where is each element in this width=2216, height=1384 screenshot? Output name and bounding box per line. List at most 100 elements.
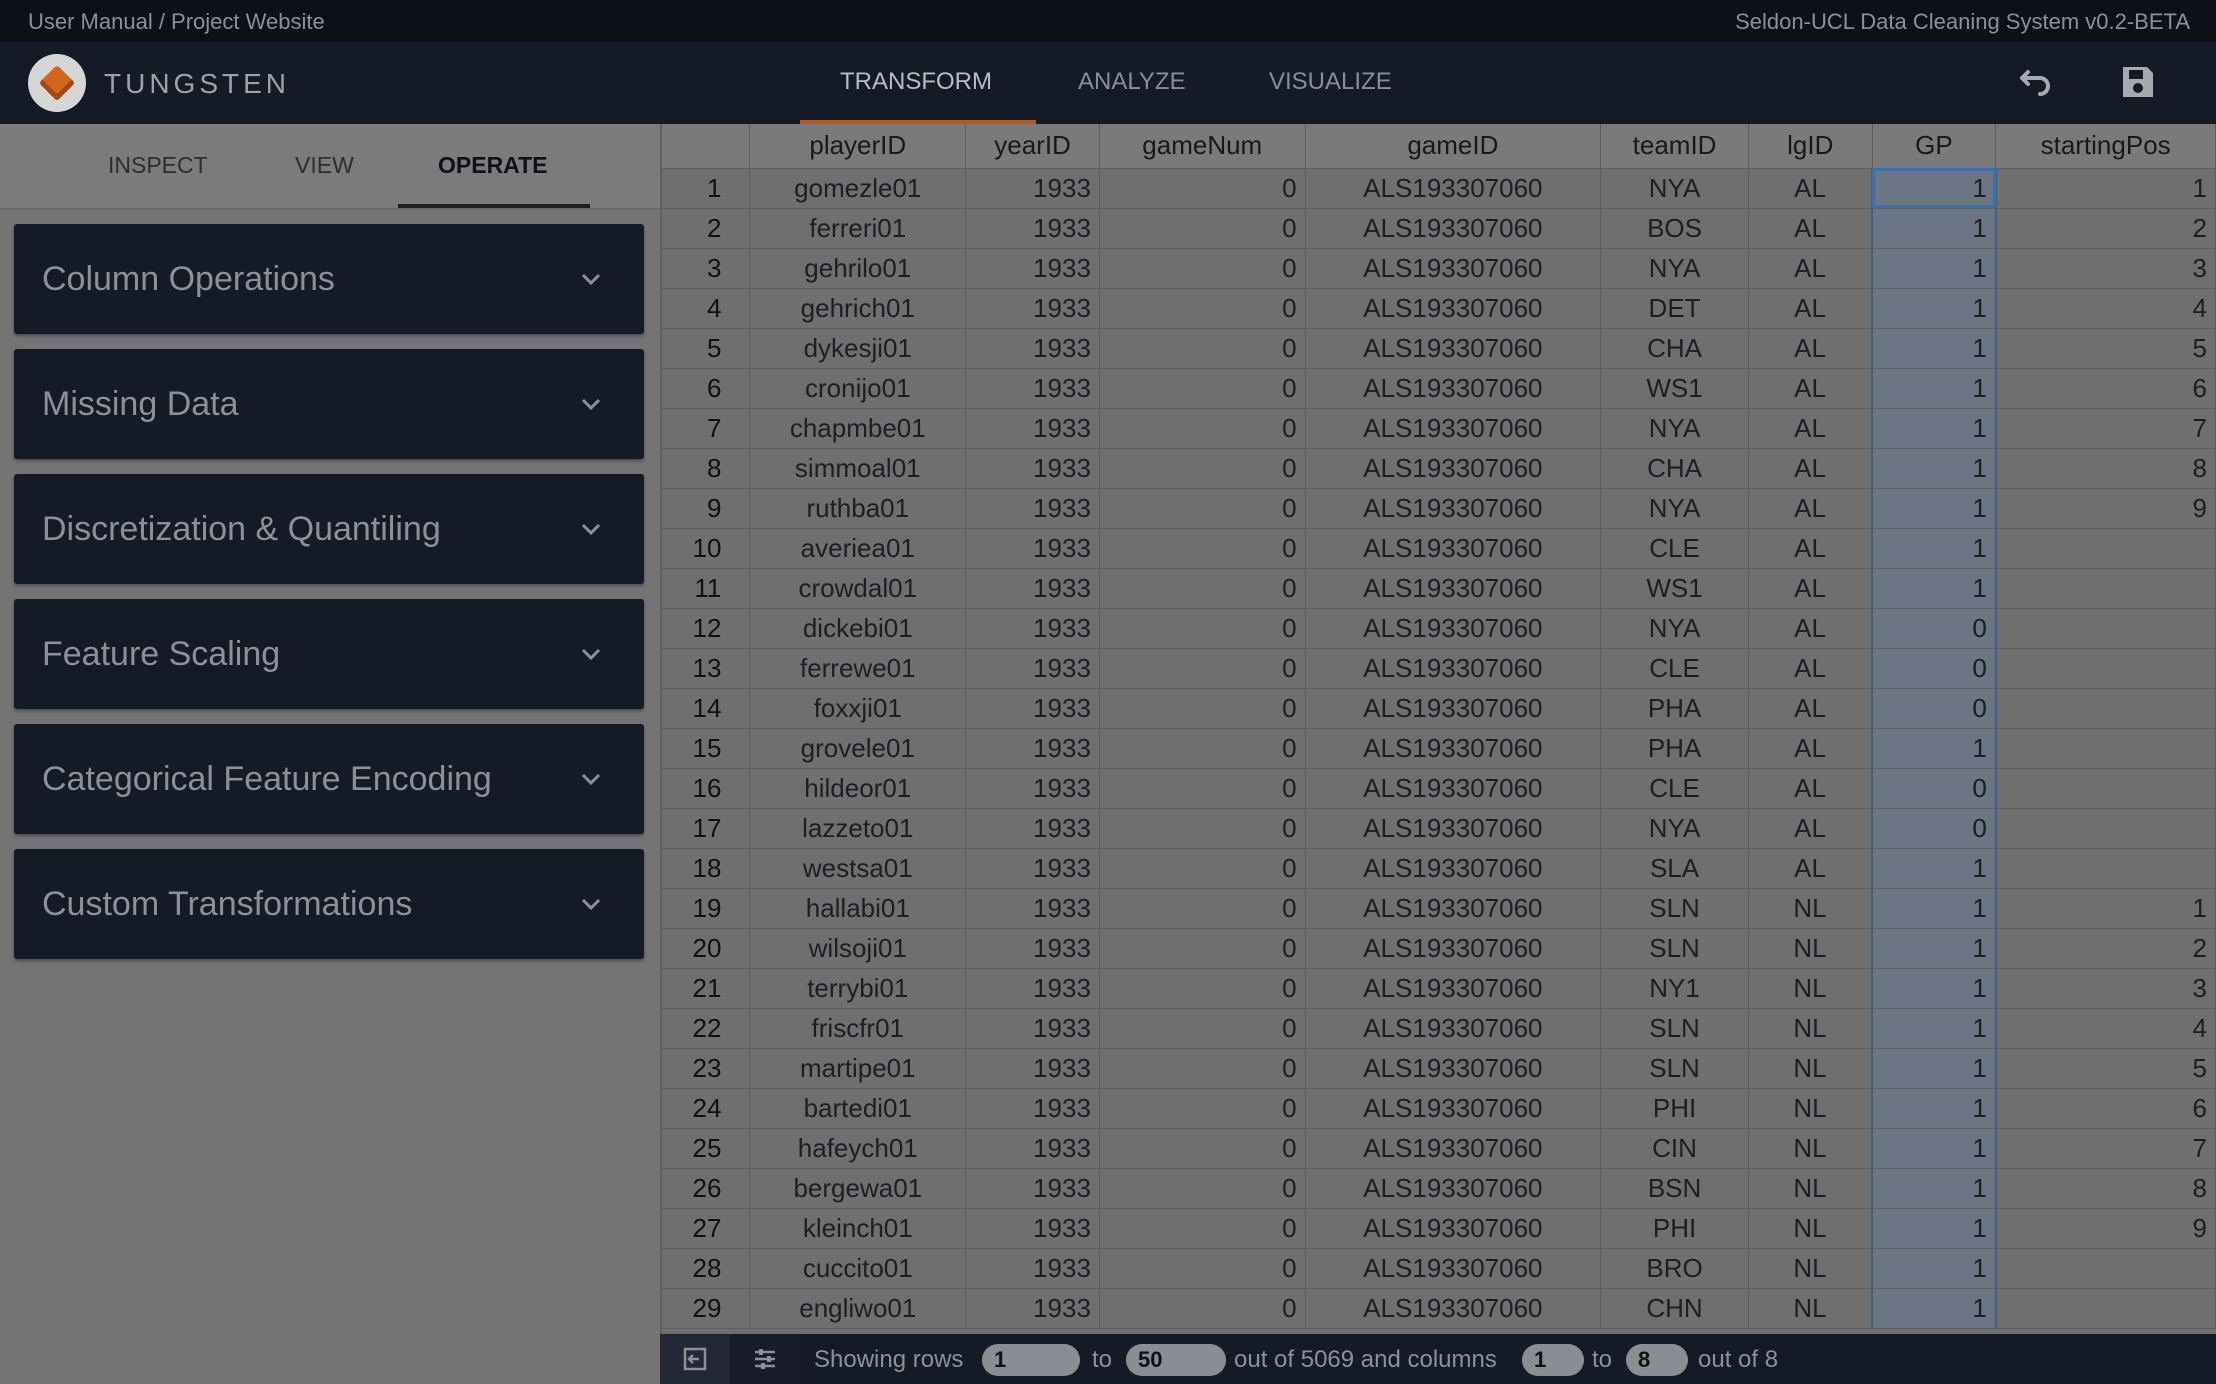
table-cell[interactable]: 1 xyxy=(1871,1128,1997,1169)
table-cell[interactable]: 1933 xyxy=(965,528,1100,569)
table-cell[interactable]: ALS193307060 xyxy=(1305,1248,1602,1289)
table-cell[interactable]: 0 xyxy=(1099,688,1306,729)
table-cell[interactable]: 0 xyxy=(1871,768,1997,809)
table-cell[interactable]: 1933 xyxy=(965,968,1100,1009)
tab-view[interactable]: VIEW xyxy=(295,152,354,179)
table-cell[interactable]: 1933 xyxy=(965,1048,1100,1089)
table-cell[interactable]: 1 xyxy=(1871,1208,1997,1249)
table-cell[interactable]: ALS193307060 xyxy=(1305,208,1602,249)
table-cell[interactable]: gehrilo01 xyxy=(749,248,967,289)
table-cell[interactable]: 1933 xyxy=(965,888,1100,929)
table-cell[interactable]: AL xyxy=(1748,208,1873,249)
table-cell[interactable]: 7 xyxy=(1995,1128,2216,1169)
table-cell[interactable]: NL xyxy=(1748,1208,1873,1249)
table-cell[interactable]: 0 xyxy=(1099,368,1306,409)
table-cell[interactable]: grovele01 xyxy=(749,728,967,769)
table-cell[interactable]: NL xyxy=(1748,1128,1873,1169)
table-cell[interactable]: AL xyxy=(1748,848,1873,889)
settings-button[interactable] xyxy=(730,1334,800,1384)
table-cell[interactable]: 0 xyxy=(1099,1048,1306,1089)
column-header[interactable]: yearID xyxy=(965,124,1100,169)
table-cell[interactable]: AL xyxy=(1748,368,1873,409)
table-cell[interactable]: ruthba01 xyxy=(749,488,967,529)
cols-from-input[interactable]: 1 xyxy=(1522,1344,1584,1376)
table-cell[interactable]: 0 xyxy=(1871,688,1997,729)
table-cell[interactable]: 3 xyxy=(1995,968,2216,1009)
table-cell[interactable]: 1 xyxy=(1871,1088,1997,1129)
table-cell[interactable]: ALS193307060 xyxy=(1305,808,1602,849)
table-cell[interactable]: SLN xyxy=(1600,888,1749,929)
table-cell[interactable]: AL xyxy=(1748,328,1873,369)
table-cell[interactable]: lazzeto01 xyxy=(749,808,967,849)
table-cell[interactable] xyxy=(1995,1248,2216,1289)
table-cell[interactable]: PHA xyxy=(1600,688,1749,729)
table-cell[interactable]: AL xyxy=(1748,768,1873,809)
table-cell[interactable]: CLE xyxy=(1600,768,1749,809)
save-icon[interactable] xyxy=(2118,62,2158,102)
table-cell[interactable]: ALS193307060 xyxy=(1305,288,1602,329)
table-cell[interactable]: NL xyxy=(1748,1168,1873,1209)
table-cell[interactable]: AL xyxy=(1748,728,1873,769)
tab-visualize[interactable]: VISUALIZE xyxy=(1269,68,1392,96)
accordion-discretization[interactable]: Discretization & Quantiling xyxy=(14,474,644,584)
table-cell[interactable]: AL xyxy=(1748,288,1873,329)
table-cell[interactable]: AL xyxy=(1748,688,1873,729)
table-cell[interactable]: ALS193307060 xyxy=(1305,168,1602,209)
column-header[interactable]: gameID xyxy=(1305,124,1602,169)
accordion-column-operations[interactable]: Column Operations xyxy=(14,224,644,334)
table-cell[interactable]: ALS193307060 xyxy=(1305,848,1602,889)
table-cell[interactable]: terrybi01 xyxy=(749,968,967,1009)
table-cell[interactable]: ALS193307060 xyxy=(1305,968,1602,1009)
table-cell[interactable]: SLA xyxy=(1600,848,1749,889)
table-cell[interactable] xyxy=(1995,768,2216,809)
table-cell[interactable]: AL xyxy=(1748,168,1873,209)
table-cell[interactable]: CHA xyxy=(1600,448,1749,489)
table-cell[interactable]: WS1 xyxy=(1600,368,1749,409)
table-cell[interactable]: ALS193307060 xyxy=(1305,1008,1602,1049)
table-cell[interactable]: AL xyxy=(1748,248,1873,289)
table-cell[interactable]: AL xyxy=(1748,528,1873,569)
accordion-feature-scaling[interactable]: Feature Scaling xyxy=(14,599,644,709)
table-cell[interactable]: 1933 xyxy=(965,448,1100,489)
rows-to-input[interactable]: 50 xyxy=(1126,1344,1226,1376)
table-cell[interactable]: simmoal01 xyxy=(749,448,967,489)
table-cell[interactable]: ferreri01 xyxy=(749,208,967,249)
table-cell[interactable]: AL xyxy=(1748,568,1873,609)
table-cell[interactable]: 1 xyxy=(1871,208,1997,249)
table-cell[interactable]: NL xyxy=(1748,1088,1873,1129)
column-header[interactable]: lgID xyxy=(1748,124,1873,169)
table-cell[interactable]: 0 xyxy=(1099,1008,1306,1049)
table-cell[interactable]: 0 xyxy=(1099,608,1306,649)
table-cell[interactable]: NYA xyxy=(1600,248,1749,289)
table-cell[interactable]: ALS193307060 xyxy=(1305,728,1602,769)
table-cell[interactable]: NYA xyxy=(1600,408,1749,449)
table-cell[interactable]: 1933 xyxy=(965,928,1100,969)
table-cell[interactable]: bartedi01 xyxy=(749,1088,967,1129)
table-cell[interactable]: BOS xyxy=(1600,208,1749,249)
table-cell[interactable]: 1 xyxy=(1871,448,1997,489)
table-cell[interactable]: ALS193307060 xyxy=(1305,448,1602,489)
table-cell[interactable] xyxy=(1995,568,2216,609)
table-cell[interactable]: 1933 xyxy=(965,848,1100,889)
table-cell[interactable]: CIN xyxy=(1600,1128,1749,1169)
table-cell[interactable]: engliwo01 xyxy=(749,1288,967,1329)
accordion-custom-transformations[interactable]: Custom Transformations xyxy=(14,849,644,959)
tab-inspect[interactable]: INSPECT xyxy=(108,152,208,179)
table-cell[interactable]: 0 xyxy=(1099,528,1306,569)
table-cell[interactable]: AL xyxy=(1748,448,1873,489)
cols-to-input[interactable]: 8 xyxy=(1626,1344,1688,1376)
table-cell[interactable]: 0 xyxy=(1099,848,1306,889)
table-cell[interactable]: 0 xyxy=(1099,888,1306,929)
table-cell[interactable]: AL xyxy=(1748,608,1873,649)
table-cell[interactable]: SLN xyxy=(1600,928,1749,969)
table-cell[interactable]: NYA xyxy=(1600,168,1749,209)
table-cell[interactable]: dickebi01 xyxy=(749,608,967,649)
table-cell[interactable]: 1 xyxy=(1871,1248,1997,1289)
table-cell[interactable]: 1 xyxy=(1871,568,1997,609)
table-cell[interactable]: 1933 xyxy=(965,568,1100,609)
table-cell[interactable]: 1933 xyxy=(965,648,1100,689)
table-cell[interactable]: 1 xyxy=(1871,488,1997,529)
table-cell[interactable]: PHA xyxy=(1600,728,1749,769)
table-cell[interactable] xyxy=(1995,848,2216,889)
table-cell[interactable]: 0 xyxy=(1099,248,1306,289)
